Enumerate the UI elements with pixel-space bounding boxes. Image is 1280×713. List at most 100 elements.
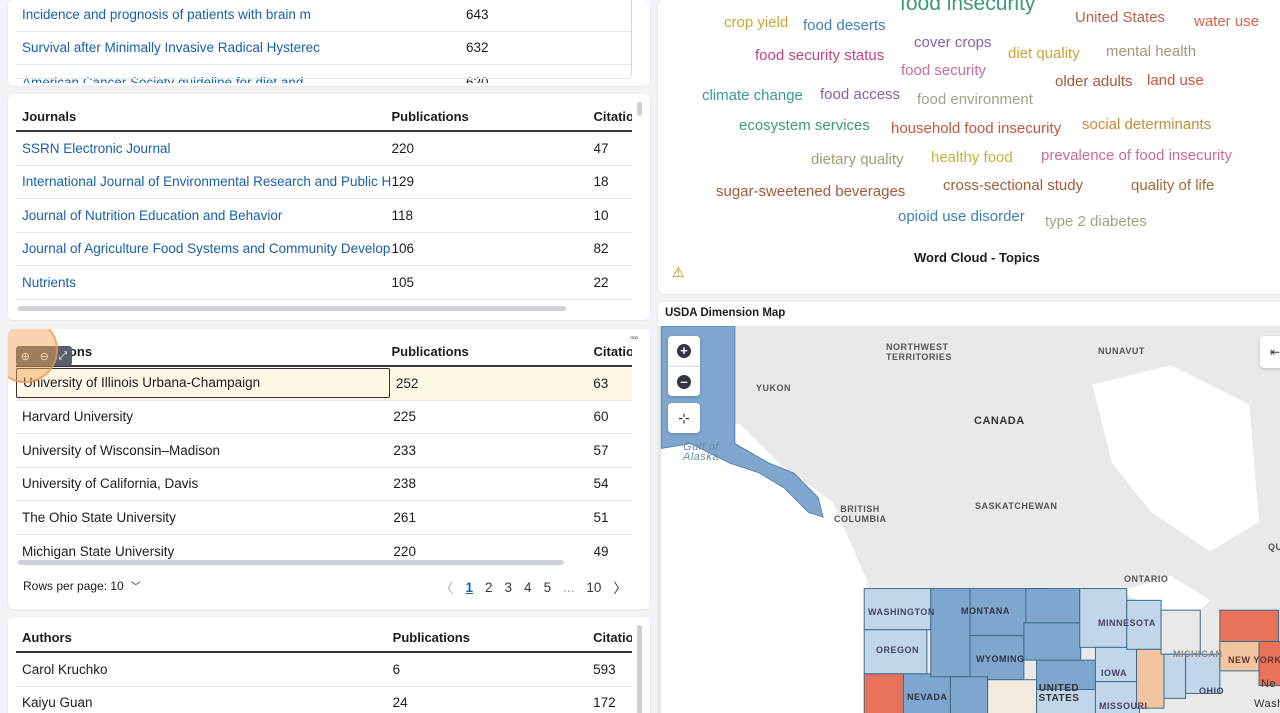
locate-button[interactable]: ⊹ [668, 403, 700, 433]
word-item[interactable]: dietary quality [811, 151, 904, 168]
word-item[interactable]: sugar-sweetened beverages [716, 183, 905, 200]
word-item[interactable]: food insecurity [900, 0, 1035, 16]
institution-name[interactable]: Michigan State University [16, 544, 391, 559]
col-header-publications[interactable]: Publications [393, 630, 593, 645]
word-item[interactable]: climate change [702, 87, 803, 104]
map-label: YUKON [756, 383, 792, 393]
col-header-citations[interactable]: Citations [594, 109, 632, 124]
collapse-panel-icon: ⇤ [1269, 345, 1280, 359]
word-item[interactable]: crop yield [724, 14, 788, 31]
institution-name[interactable]: The Ohio State University [16, 510, 391, 525]
institution-publications: 261 [393, 509, 416, 525]
word-item[interactable]: diet quality [1008, 45, 1080, 62]
authors-vscroll[interactable] [637, 625, 642, 713]
zoom-out-button[interactable]: – [668, 366, 700, 396]
journals-hscroll[interactable] [18, 306, 566, 311]
page-link[interactable]: 4 [524, 580, 532, 595]
word-item[interactable]: food environment [917, 91, 1033, 108]
layers-toggle-button[interactable]: ⇤ [1260, 336, 1280, 368]
institution-citations: 49 [593, 543, 609, 559]
institutions-panel: Institutions Publications Citations Univ… [8, 329, 650, 609]
map-label: SASKATCHEWAN [975, 501, 1058, 511]
papers-vscroll[interactable] [631, 0, 632, 76]
word-item[interactable]: type 2 diabetes [1045, 213, 1147, 230]
word-item[interactable]: water use [1194, 13, 1259, 30]
word-item[interactable]: land use [1147, 72, 1204, 89]
col-header-authors[interactable]: Authors [16, 630, 393, 645]
word-item[interactable]: mental health [1106, 43, 1196, 60]
journal-citations: 18 [593, 174, 609, 190]
page-link[interactable]: 3 [505, 580, 513, 595]
word-item[interactable]: quality of life [1131, 177, 1214, 194]
institution-publications: 225 [393, 409, 416, 425]
paper-title-link[interactable]: Survival after Minimally Invasive Radica… [16, 40, 406, 55]
authors-table: Authors Publications Citations Carol Kru… [16, 623, 632, 713]
page-link[interactable]: 1 [466, 580, 474, 595]
institution-name[interactable]: Harvard University [16, 409, 391, 424]
institutions-hscroll[interactable] [18, 560, 564, 565]
pagination-prev-icon[interactable]: 〈 [440, 577, 454, 597]
authors-panel: Authors Publications Citations Carol Kru… [8, 617, 650, 713]
table-row: International Journal of Environmental R… [16, 166, 632, 199]
word-item[interactable]: food security status [755, 47, 884, 64]
journal-link[interactable]: Nutrients [16, 275, 391, 290]
journal-publications: 106 [391, 241, 414, 257]
journal-publications: 118 [391, 207, 413, 223]
author-name[interactable]: Carol Kruchko [16, 662, 393, 677]
warning-icon[interactable]: ⚠ [672, 264, 685, 281]
col-header-publications[interactable]: Publications [391, 109, 593, 124]
col-header-publications[interactable]: Publications [391, 344, 593, 359]
word-item[interactable]: social determinants [1082, 116, 1211, 133]
page-link[interactable]: 5 [544, 580, 552, 595]
institution-name[interactable]: University of Illinois Urbana-Champaign [16, 368, 390, 399]
map-panel: USDA Dimension Map NORTHWEST TERRITORIES… [658, 302, 1280, 713]
author-citations: 593 [593, 661, 616, 677]
word-item[interactable]: prevalence of food insecurity [1041, 147, 1232, 164]
col-header-institutions[interactable]: Institutions [16, 344, 391, 359]
col-header-citations[interactable]: Citations [594, 344, 632, 359]
zoom-in-button[interactable]: + [668, 336, 700, 366]
journal-link[interactable]: Journal of Agriculture Food Systems and … [16, 241, 391, 256]
word-item[interactable]: cover crops [914, 34, 992, 51]
journals-vscroll[interactable] [637, 102, 642, 116]
journal-link[interactable]: Journal of Nutrition Education and Behav… [16, 208, 391, 223]
expand-icon[interactable]: ⤢ [58, 350, 67, 363]
word-item[interactable]: ecosystem services [739, 117, 870, 134]
table-row: Nutrients 105 22 [16, 266, 632, 300]
word-item[interactable]: food deserts [803, 17, 886, 34]
institution-citations: 57 [593, 442, 609, 458]
map-label: WYOMING [976, 654, 1025, 664]
word-item[interactable]: opioid use disorder [898, 208, 1025, 225]
map-label: UNITED STATES [1038, 683, 1080, 704]
institution-name[interactable]: University of California, Davis [16, 476, 391, 491]
map-label: MINNESOTA [1098, 618, 1156, 628]
word-item[interactable]: food security [901, 62, 986, 79]
word-item[interactable]: household food insecurity [891, 120, 1061, 137]
institution-publications: 252 [395, 375, 419, 391]
col-header-citations[interactable]: Citations [593, 630, 632, 645]
word-item[interactable]: older adults [1055, 73, 1133, 90]
page-link[interactable]: 10 [586, 580, 601, 595]
word-item[interactable]: healthy food [931, 149, 1013, 166]
rows-per-page-select[interactable]: Rows per page: 10 ﹀ [23, 578, 141, 594]
word-item[interactable]: food access [820, 86, 900, 103]
author-name[interactable]: Kaiyu Guan [16, 695, 393, 710]
institution-publications: 233 [393, 442, 416, 458]
institution-name[interactable]: University of Wisconsin–Madison [16, 443, 391, 458]
south-dakota-region [1023, 622, 1082, 661]
map-label: NEVADA [907, 692, 948, 702]
map-label: NEW YORK [1228, 655, 1280, 665]
journal-link[interactable]: International Journal of Environmental R… [16, 174, 391, 189]
journal-link[interactable]: SSRN Electronic Journal [16, 141, 391, 156]
more-options-icon[interactable]: ▫▫▫ [630, 333, 639, 344]
word-item[interactable]: United States [1075, 9, 1165, 26]
col-header-journals[interactable]: Journals [16, 109, 391, 124]
map-canvas[interactable]: NORTHWEST TERRITORIES NUNAVUT YUKON CANA… [658, 326, 1280, 713]
paper-title-link[interactable]: Incidence and prognosis of patients with… [16, 7, 406, 22]
utah-region [949, 676, 989, 713]
word-item[interactable]: cross-sectional study [943, 177, 1083, 194]
paper-title-link[interactable]: American Cancer Society guideline for di… [16, 75, 406, 83]
page-link[interactable]: 2 [485, 580, 493, 595]
table-row: University of California, Davis 238 54 [16, 468, 632, 501]
pagination-next-icon[interactable]: 〉 [613, 577, 627, 597]
